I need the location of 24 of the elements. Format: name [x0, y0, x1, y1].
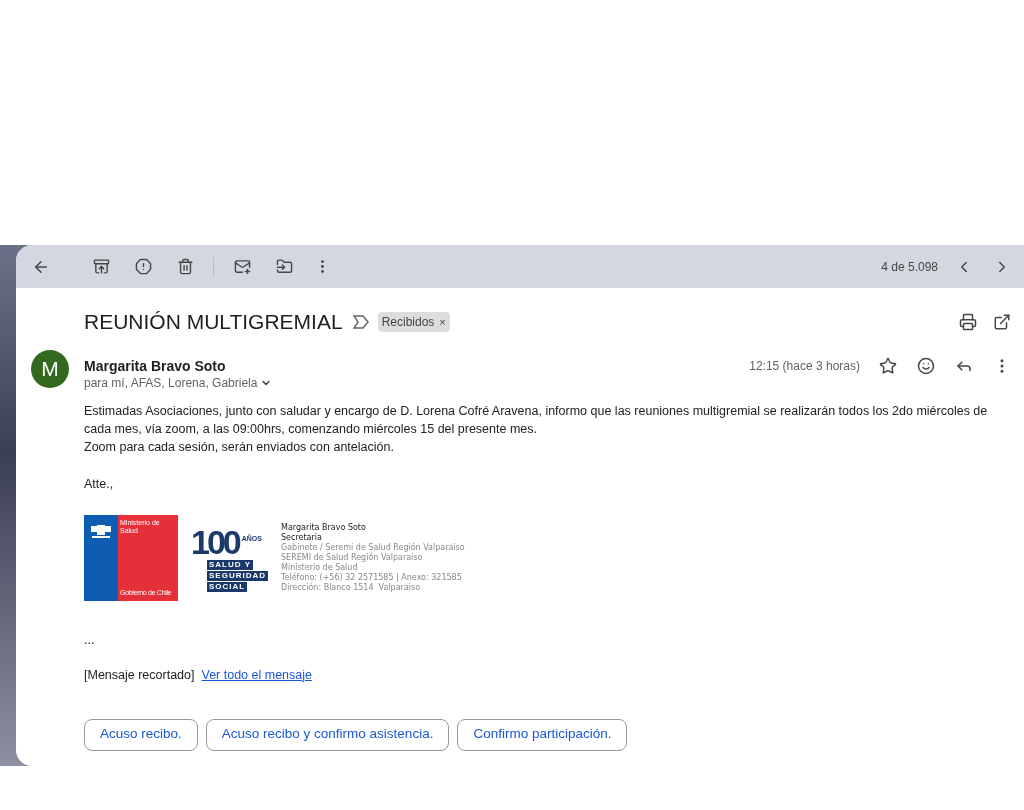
smart-reply-button[interactable]: Acuso recibo. — [84, 718, 198, 751]
view-all-link[interactable]: Ver todo el mensaje — [201, 665, 312, 685]
importance-marker-icon — [352, 315, 369, 329]
sender-name: Margarita Bravo Soto — [84, 356, 226, 376]
signature-line: SEREMI de Salud Región Valparaiso — [281, 553, 424, 563]
signature-role: Secretaria — [281, 533, 323, 543]
smart-reply-button[interactable]: Acuso recibo y confirmo asistencia. — [205, 718, 450, 751]
ellipsis-text: ... — [84, 632, 96, 649]
clipped-notice: [Mensaje recortado] — [84, 666, 195, 684]
signature-line: Gabinete / Seremi de Salud Región Valparaiso — [281, 543, 465, 552]
smart-reply-button[interactable]: Confirmo participación. — [457, 718, 628, 751]
avatar: M — [31, 350, 69, 388]
closing-text: Atte., — [84, 476, 115, 493]
label-chip[interactable]: Recibidos × — [377, 312, 450, 332]
body-paragraph: Zoom para cada sesión, serán enviados con antelación. — [84, 439, 395, 456]
signature-line: Teléfono: (+56) 32 2571585 | Anexo: 321585 — [281, 573, 463, 582]
subject-title: REUNIÓN MULTIGREMIAL — [84, 309, 343, 336]
signature-name: Margarita Bravo Soto — [281, 523, 367, 533]
body-paragraph: Estimadas Asociaciones, junto con saludar y encargo de D. Lorena Cofré Aravena, informo que las reuniones multigremial se realizarán todos los 2do miércoles de cada mes, vía zoom, a las 09:00hrs, comenzando miércoles 15 del presente mes. — [84, 403, 989, 438]
recipients: para mí, AFAS, Lorena, Gabriela — [84, 375, 258, 392]
signature-line: Ministerio de Salud — [281, 563, 359, 572]
message-counter: 4 de 5.098 — [881, 258, 938, 276]
message-time: 12:15 (hace 3 horas) — [749, 358, 860, 375]
signature-line: Dirección: Blanco 1514 Valparaiso — [281, 583, 422, 593]
